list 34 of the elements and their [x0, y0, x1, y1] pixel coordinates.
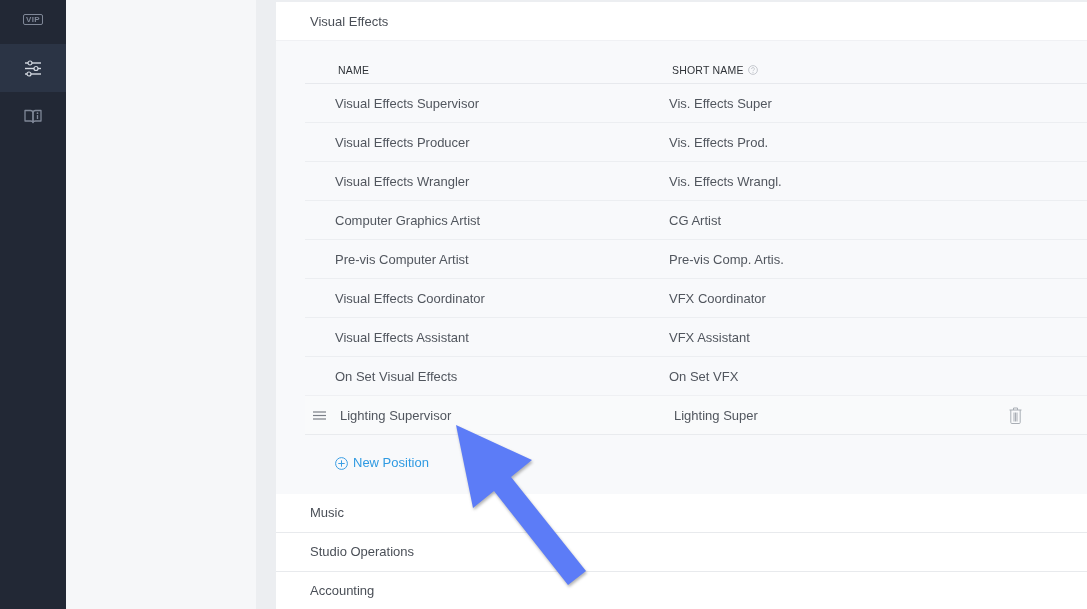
short-name-cell: Lighting Super: [674, 407, 758, 423]
column-header: NAME: [338, 64, 370, 76]
name-cell: Visual Effects Assistant: [335, 329, 469, 345]
short-name-cell: VFX Coordinator: [669, 290, 766, 306]
position-row[interactable]: Visual Effects Assistant VFX Assistant: [305, 318, 1087, 357]
name-cell: Visual Effects Supervisor: [335, 95, 480, 111]
short-name-cell: Pre-vis Comp. Artis.: [669, 251, 784, 267]
name-cell: Computer Graphics Artist: [335, 212, 481, 228]
name-cell: Pre-vis Computer Artist: [335, 251, 469, 267]
sidebar-item[interactable]: VIP: [0, 0, 66, 44]
position-row[interactable]: Computer Graphics Artist CG Artist: [305, 201, 1087, 240]
name-cell: Visual Effects Producer: [335, 134, 470, 150]
sliders-icon: [24, 59, 42, 77]
short-name-cell: On Set VFX: [669, 368, 739, 384]
name-cell: Visual Effects Wrangler: [335, 173, 470, 189]
plus-circle-icon: [335, 456, 348, 470]
column-header: SHORT NAME: [672, 64, 744, 76]
short-name-cell: Vis. Effects Super: [669, 95, 772, 111]
short-name-cell: Vis. Effects Prod.: [669, 134, 769, 150]
trash-icon[interactable]: [1009, 406, 1022, 424]
position-row[interactable]: Visual Effects Wrangler Vis. Effects Wrangl.: [305, 162, 1087, 201]
position-row[interactable]: Visual Effects Supervisor Vis. Effects Super: [305, 84, 1087, 123]
name-cell: Visual Effects Coordinator: [335, 290, 485, 306]
drag-handle-icon[interactable]: [313, 410, 326, 420]
short-name-cell: Vis. Effects Wrangl.: [669, 173, 782, 189]
name-cell: On Set Visual Effects: [335, 368, 458, 384]
position-row[interactable]: Visual Effects Producer Vis. Effects Prod.: [305, 123, 1087, 162]
short-name-cell: CG Artist: [669, 212, 721, 228]
book-icon: [24, 108, 42, 124]
short-name-cell: VFX Assistant: [669, 329, 750, 345]
sidebar-item[interactable]: [0, 44, 66, 92]
position-row[interactable]: Visual Effects Coordinator VFX Coordinator: [305, 279, 1087, 318]
position-row[interactable]: Pre-vis Computer Artist Pre-vis Comp. Artis.: [305, 240, 1087, 279]
name-cell: Lighting Supervisor: [340, 407, 452, 423]
